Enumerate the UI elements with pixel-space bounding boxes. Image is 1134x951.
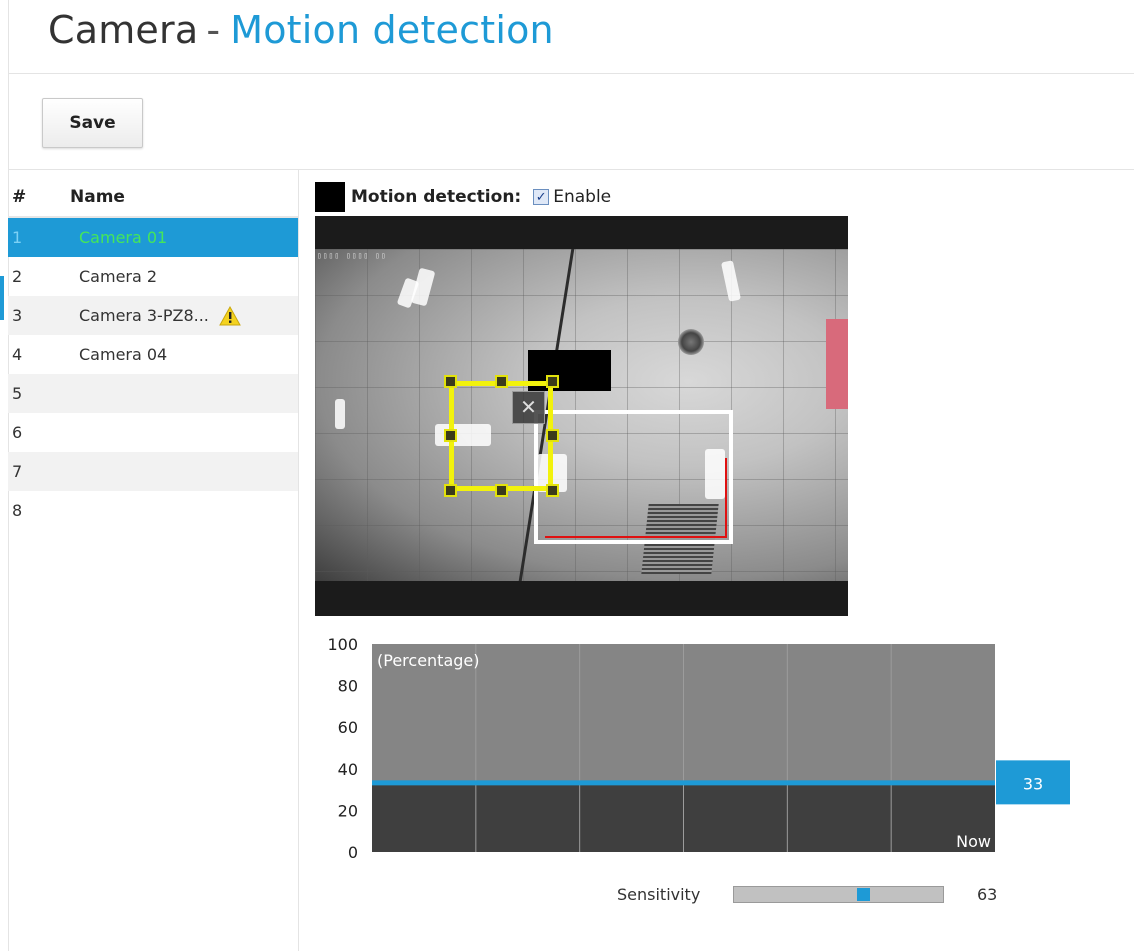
camera-row-3[interactable]: 3 Camera 3-PZ8... — [8, 296, 298, 335]
camera-list-header: # Name — [8, 178, 298, 218]
camera-osd-text: ▯▯▯▯ ▯▯▯▯ ▯▯ — [317, 251, 387, 260]
sensitivity-slider[interactable] — [733, 885, 944, 903]
checkmark-icon: ✓ — [535, 189, 547, 205]
resize-handle[interactable] — [546, 484, 559, 497]
region-color-swatch[interactable] — [315, 182, 345, 212]
camera-number: 3 — [12, 306, 23, 325]
chart-svg: 100 80 60 40 20 0 (Percentage) Now 33 — [327, 636, 1070, 862]
camera-name: Camera 01 — [79, 228, 168, 247]
camera-number: 8 — [12, 501, 23, 520]
chart-ylabel: (Percentage) — [377, 651, 480, 670]
camera-row-8[interactable]: 8 — [8, 491, 298, 530]
enable-label[interactable]: Enable — [553, 187, 611, 207]
y-tick-label: 20 — [338, 801, 358, 820]
sensitivity-control: Sensitivity 63 — [617, 882, 997, 906]
camera-name: Camera 04 — [79, 345, 168, 364]
camera-row-7[interactable]: 7 — [8, 452, 298, 491]
camera-name: Camera 2 — [79, 267, 158, 286]
page-title-section: Camera — [48, 8, 199, 52]
chart-now-label: Now — [956, 832, 991, 851]
resize-handle[interactable] — [444, 484, 457, 497]
motion-detection-header: Motion detection: ✓ Enable — [315, 181, 611, 213]
motion-detection-label: Motion detection: — [351, 187, 522, 207]
motion-level-chart: 100 80 60 40 20 0 (Percentage) Now 33 — [316, 636, 1076, 866]
enable-checkbox[interactable]: ✓ — [533, 189, 550, 205]
close-icon[interactable]: ✕ — [512, 391, 545, 424]
y-tick-label: 0 — [348, 843, 358, 862]
camera-video-view[interactable]: ▯▯▯▯ ▯▯▯▯ ▯▯ ✕ — [315, 216, 848, 616]
resize-handle[interactable] — [444, 375, 457, 388]
save-button[interactable]: Save — [42, 98, 143, 148]
camera-list-body: 1 Camera 01 2 Camera 2 3 Camera 3-PZ8...… — [8, 218, 298, 530]
camera-row-6[interactable]: 6 — [8, 413, 298, 452]
camera-row-4[interactable]: 4 Camera 04 — [8, 335, 298, 374]
resize-handle[interactable] — [546, 429, 559, 442]
camera-number: 2 — [12, 267, 23, 286]
camera-number: 1 — [12, 228, 23, 247]
camera-number: 6 — [12, 423, 23, 442]
camera-row-1[interactable]: 1 Camera 01 — [8, 218, 298, 257]
left-accent-tab[interactable] — [0, 276, 4, 320]
resize-handle[interactable] — [495, 375, 508, 388]
title-divider — [8, 73, 1134, 74]
sensitivity-value: 63 — [977, 884, 998, 904]
camera-image: ▯▯▯▯ ▯▯▯▯ ▯▯ ✕ — [315, 249, 848, 581]
sensitivity-slider-thumb[interactable] — [857, 887, 871, 901]
camera-row-2[interactable]: 2 Camera 2 — [8, 257, 298, 296]
y-tick-label: 100 — [327, 636, 358, 654]
camera-number: 4 — [12, 345, 23, 364]
camera-row-5[interactable]: 5 — [8, 374, 298, 413]
camera-number: 7 — [12, 462, 23, 481]
y-tick-label: 60 — [338, 718, 358, 737]
column-header-name: Name — [70, 187, 125, 207]
camera-list: # Name 1 Camera 01 2 Camera 2 3 Camera 3… — [8, 178, 298, 530]
section-divider — [8, 169, 1134, 170]
threshold-line — [372, 780, 995, 786]
y-tick-label: 40 — [338, 760, 358, 779]
camera-number: 5 — [12, 384, 23, 403]
warning-icon — [219, 305, 241, 325]
panel-divider — [298, 170, 299, 951]
sensitivity-label: Sensitivity — [617, 884, 701, 904]
camera-name: Camera 3-PZ8... — [79, 306, 209, 325]
column-header-number: # — [12, 187, 27, 207]
page-title-subsection: Motion detection — [230, 8, 554, 52]
y-tick-label: 80 — [338, 677, 358, 696]
resize-handle[interactable] — [546, 375, 559, 388]
page-title: Camera - Motion detection — [48, 8, 554, 52]
motion-region-white[interactable] — [534, 410, 733, 544]
page-title-separator: - — [206, 8, 221, 52]
threshold-value: 33 — [1023, 774, 1043, 793]
resize-handle[interactable] — [444, 429, 457, 442]
resize-handle[interactable] — [495, 484, 508, 497]
